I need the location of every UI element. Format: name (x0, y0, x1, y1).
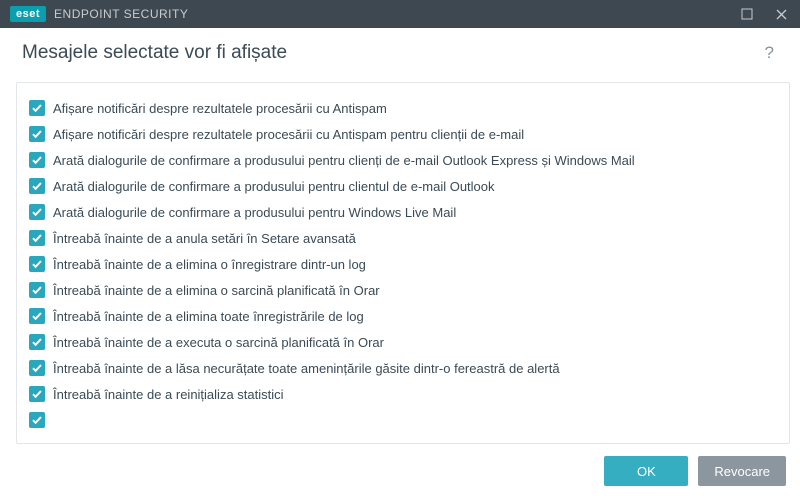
checkbox[interactable] (29, 230, 45, 246)
checkbox[interactable] (29, 100, 45, 116)
list-item: Întreabă înainte de a reinițializa stati… (27, 381, 783, 407)
cancel-button[interactable]: Revocare (698, 456, 786, 486)
checkbox-label[interactable]: Arată dialogurile de confirmare a produs… (53, 153, 635, 168)
checkbox-label[interactable]: Întreabă înainte de a anula setări în Se… (53, 231, 356, 246)
checkbox-label[interactable]: Arată dialogurile de confirmare a produs… (53, 179, 495, 194)
checkbox-label[interactable]: Întreabă înainte de a elimina toate înre… (53, 309, 364, 324)
help-button[interactable]: ? (761, 43, 778, 63)
checkbox-label[interactable]: Întreabă înainte de a executa o sarcină … (53, 335, 384, 350)
checkbox[interactable] (29, 204, 45, 220)
list-item: Arată dialogurile de confirmare a produs… (27, 199, 783, 225)
checkbox[interactable] (29, 178, 45, 194)
checkbox-label[interactable]: Afișare notificări despre rezultatele pr… (53, 101, 387, 116)
list-item: Întreabă înainte de a elimina o înregist… (27, 251, 783, 277)
list-item: Arată dialogurile de confirmare a produs… (27, 173, 783, 199)
list-item: Întreabă înainte de a anula setări în Se… (27, 225, 783, 251)
page-title: Mesajele selectate vor fi afișate (22, 42, 761, 64)
list-item: Întreabă înainte de a elimina o sarcină … (27, 277, 783, 303)
window-controls (730, 0, 798, 28)
checkbox-label[interactable]: Afișare notificări despre rezultatele pr… (53, 127, 524, 142)
list-item (27, 407, 783, 433)
checkbox[interactable] (29, 412, 45, 428)
list-item: Întreabă înainte de a lăsa necurățate to… (27, 355, 783, 381)
message-list[interactable]: Afișare notificări despre rezultatele pr… (17, 83, 789, 443)
list-item: Arată dialogurile de confirmare a produs… (27, 147, 783, 173)
checkbox-label[interactable]: Întreabă înainte de a reinițializa stati… (53, 387, 284, 402)
checkbox[interactable] (29, 256, 45, 272)
list-item: Întreabă înainte de a executa o sarcină … (27, 329, 783, 355)
page-header: Mesajele selectate vor fi afișate ? (0, 28, 800, 76)
close-icon (776, 9, 787, 20)
checkbox[interactable] (29, 386, 45, 402)
list-item: Întreabă înainte de a elimina toate înre… (27, 303, 783, 329)
help-icon: ? (765, 43, 774, 62)
app-title: ENDPOINT SECURITY (54, 7, 730, 21)
checkbox[interactable] (29, 282, 45, 298)
title-bar: eset ENDPOINT SECURITY (0, 0, 800, 28)
message-list-panel: Afișare notificări despre rezultatele pr… (16, 82, 790, 444)
list-item: Afișare notificări despre rezultatele pr… (27, 95, 783, 121)
close-button[interactable] (764, 0, 798, 28)
checkbox[interactable] (29, 308, 45, 324)
checkbox-label[interactable]: Întreabă înainte de a lăsa necurățate to… (53, 361, 560, 376)
checkbox[interactable] (29, 334, 45, 350)
checkbox-label[interactable]: Arată dialogurile de confirmare a produs… (53, 205, 456, 220)
brand-badge: eset (10, 6, 46, 22)
minimize-button[interactable] (730, 0, 764, 28)
minimize-icon (741, 8, 753, 20)
checkbox[interactable] (29, 152, 45, 168)
checkbox[interactable] (29, 360, 45, 376)
checkbox-label[interactable]: Întreabă înainte de a elimina o sarcină … (53, 283, 380, 298)
dialog-footer: OK Revocare (0, 444, 800, 500)
list-item: Afișare notificări despre rezultatele pr… (27, 121, 783, 147)
ok-button[interactable]: OK (604, 456, 688, 486)
checkbox-label[interactable]: Întreabă înainte de a elimina o înregist… (53, 257, 366, 272)
checkbox[interactable] (29, 126, 45, 142)
